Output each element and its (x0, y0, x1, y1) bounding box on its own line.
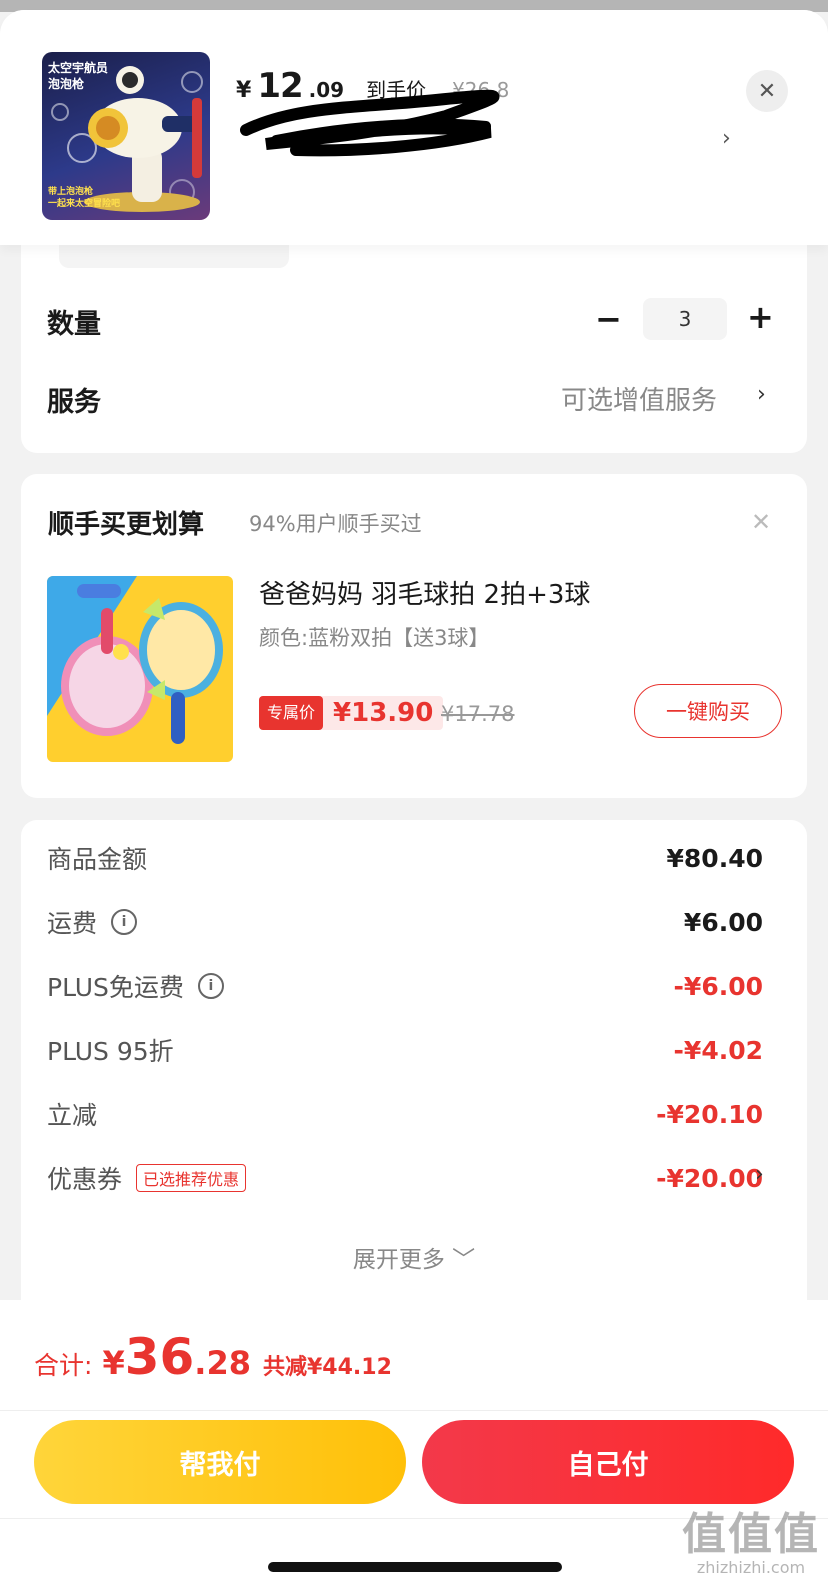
service-value[interactable]: 可选增值服务 (561, 380, 717, 417)
fee-row: PLUS 95折 -¥4.02 (47, 1030, 763, 1070)
service-chevron-icon[interactable]: › (757, 382, 766, 407)
fee-row: PLUS免运费 i -¥6.00 (47, 966, 763, 1006)
fee-row: 立减 -¥20.10 (47, 1094, 763, 1134)
fee-row: 运费 i ¥6.00 (47, 902, 763, 942)
pay-myself-button[interactable]: 自己付 (422, 1420, 794, 1504)
fee-value: -¥6.00 (673, 971, 763, 1001)
service-label: 服务 (47, 387, 101, 418)
fee-label: PLUS 95折 (47, 1037, 174, 1066)
fee-label: 优惠券 (47, 1165, 123, 1194)
expand-more-button[interactable]: 展开更多 ﹀ (21, 1240, 807, 1274)
fee-label: 运费 (47, 909, 98, 938)
quantity-increment-button[interactable]: + (747, 298, 774, 336)
product-header: 太空宇航员 泡泡枪 带上泡泡枪 一起来太空冒险吧 ¥ 12 .09 到手价 ¥2… (0, 10, 828, 245)
fee-value: ¥6.00 (683, 907, 763, 937)
total-integer: 36 (124, 1328, 195, 1386)
thumbnail-caption: 带上泡泡枪 一起来太空冒险吧 (48, 187, 121, 209)
total-decimal: .28 (194, 1344, 251, 1382)
upsell-item-price: ¥13.90 (333, 698, 434, 728)
exclusive-price-badge: 专属价 ¥13.90 (259, 696, 444, 730)
total-symbol: ¥ (102, 1344, 125, 1382)
upsell-subtitle: 94%用户顺手买过 (249, 512, 422, 536)
redaction-scribble (240, 89, 500, 157)
watermark-logo: 值值值 (682, 1509, 820, 1560)
fee-row[interactable]: 优惠券 已选推荐优惠 -¥20.00 (47, 1158, 763, 1198)
quantity-decrement-button[interactable]: − (595, 300, 622, 338)
coupon-chevron-icon[interactable]: › (755, 1162, 764, 1187)
fee-label: 立减 (47, 1101, 98, 1130)
upsell-item-title[interactable]: 爸爸妈妈 羽毛球拍 2拍+3球 (259, 574, 590, 611)
upsell-card: 顺手买更划算 94%用户顺手买过 ✕ 爸爸妈妈 羽毛球拍 2拍+3球 颜色:蓝粉… (21, 474, 807, 798)
total-line: 合计: ¥ 36 .28 共减¥44.12 (34, 1328, 392, 1386)
total-label: 合计: (34, 1351, 93, 1380)
fee-value: -¥20.00 (656, 1163, 763, 1193)
divider (0, 1410, 828, 1411)
home-indicator[interactable] (268, 1562, 562, 1572)
product-detail-chevron-icon[interactable]: › (722, 126, 731, 151)
help-me-pay-button[interactable]: 帮我付 (34, 1420, 406, 1504)
upsell-title: 顺手买更划算 (48, 510, 205, 540)
upsell-item-original-price: ¥17.78 (441, 702, 515, 726)
quantity-label: 数量 (47, 309, 101, 340)
upsell-close-icon[interactable]: ✕ (751, 508, 771, 536)
fee-label: PLUS免运费 (47, 973, 184, 1002)
quantity-input[interactable]: 3 (643, 298, 727, 340)
product-thumbnail[interactable]: 太空宇航员 泡泡枪 带上泡泡枪 一起来太空冒险吧 (42, 52, 210, 220)
racket-illustration (47, 576, 223, 744)
thumbnail-title: 太空宇航员 泡泡枪 (48, 61, 109, 91)
fee-label: 商品金额 (47, 845, 148, 874)
info-icon[interactable]: i (111, 909, 138, 935)
upsell-item-spec: 颜色:蓝粉双拍【送3球】 (259, 626, 490, 650)
fee-value: -¥4.02 (673, 1035, 763, 1065)
close-button[interactable]: ✕ (746, 70, 788, 112)
coupon-recommended-tag: 已选推荐优惠 (136, 1164, 247, 1192)
watermark: 值值值 zhizhizhi.com (676, 1498, 826, 1577)
watermark-url: zhizhizhi.com (696, 1558, 806, 1577)
exclusive-price-tag: 专属价 (259, 696, 324, 730)
one-click-buy-button[interactable]: 一键购买 (634, 684, 782, 738)
info-icon[interactable]: i (197, 973, 224, 999)
price-breakdown-card: 商品金额 ¥80.40 运费 i ¥6.00 PLUS免运费 i -¥6.00 PLUS 95折… (21, 820, 807, 1300)
total-saved: 共减¥44.12 (262, 1355, 392, 1380)
racket-product-image[interactable] (47, 576, 233, 762)
close-icon: ✕ (757, 78, 777, 104)
checkout-bottom-bar: 合计: ¥ 36 .28 共减¥44.12 帮我付 自己付 值值值 zhizhi… (0, 1300, 828, 1590)
fee-row: 商品金额 ¥80.40 (47, 838, 763, 878)
fee-value: ¥80.40 (666, 843, 763, 873)
fee-value: -¥20.10 (656, 1099, 763, 1129)
